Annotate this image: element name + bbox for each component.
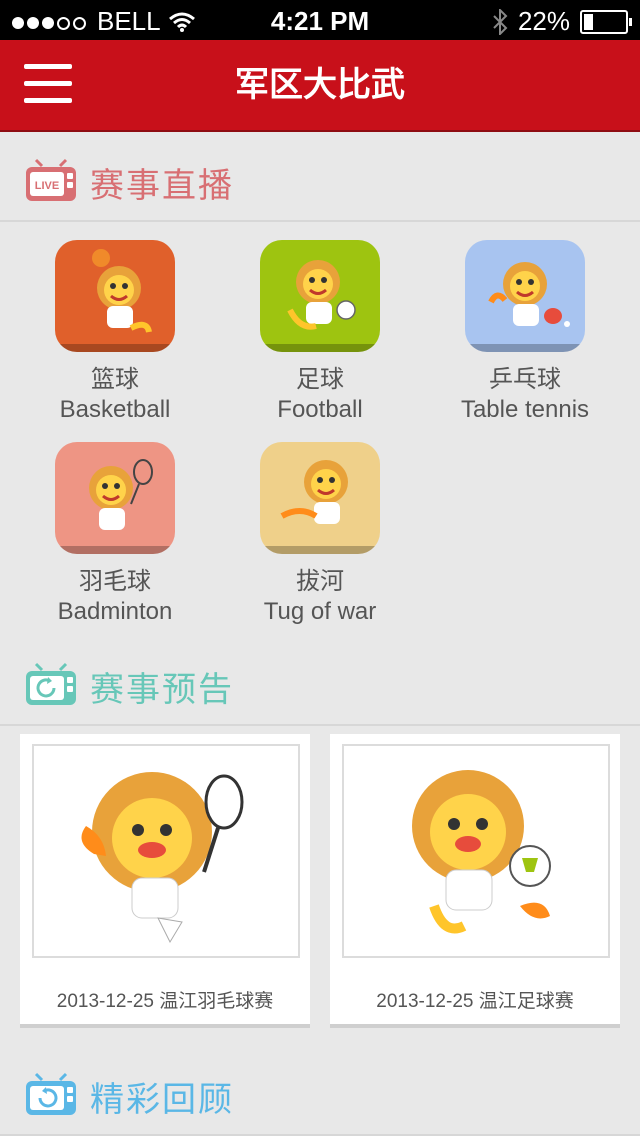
tug-of-war-mascot-icon bbox=[260, 442, 380, 554]
tv-replay-icon bbox=[26, 1072, 76, 1115]
table-tennis-mascot-icon bbox=[465, 240, 585, 352]
basketball-mascot-icon bbox=[55, 240, 175, 352]
nav-bar: 军区大比武 bbox=[0, 40, 640, 132]
page-title: 军区大比武 bbox=[235, 66, 405, 104]
football-mascot-icon bbox=[260, 240, 380, 352]
battery-percent: 22% bbox=[517, 6, 570, 36]
section-title-preview: 赛事预告 bbox=[90, 671, 234, 709]
badminton-mascot-image bbox=[32, 744, 300, 958]
section-header-review: 精彩回顾 bbox=[0, 1054, 640, 1136]
sport-item-badminton[interactable]: 羽毛球 Badminton bbox=[25, 442, 205, 628]
sport-item-football[interactable]: 足球 Football bbox=[230, 240, 410, 426]
section-header-preview: 赛事预告 bbox=[0, 644, 640, 726]
section-title-review: 精彩回顾 bbox=[90, 1081, 234, 1119]
sport-item-table-tennis[interactable]: 乒乓球 Table tennis bbox=[435, 240, 615, 426]
badminton-mascot-icon bbox=[55, 442, 175, 554]
sport-item-tug-of-war[interactable]: 拔河 Tug of war bbox=[230, 442, 410, 628]
section-header-live: LIVE 赛事直播 bbox=[0, 140, 640, 222]
football-mascot-image bbox=[342, 744, 610, 958]
preview-card-football[interactable]: 2013-12-25 温江足球赛 bbox=[330, 734, 620, 1028]
bluetooth-icon bbox=[493, 8, 508, 35]
preview-caption: 2013-12-25 温江足球赛 bbox=[376, 991, 574, 1012]
tv-live-icon: LIVE bbox=[26, 158, 76, 201]
svg-text:LIVE: LIVE bbox=[35, 180, 59, 192]
preview-card-badminton[interactable]: 2013-12-25 温江羽毛球赛 bbox=[20, 734, 310, 1028]
battery-icon bbox=[580, 9, 632, 34]
tv-refresh-icon bbox=[26, 662, 76, 705]
sport-item-basketball[interactable]: 篮球 Basketball bbox=[25, 240, 205, 426]
status-bar: BELL 4:21 PM 22% bbox=[0, 0, 640, 40]
section-title-live: 赛事直播 bbox=[90, 167, 234, 205]
preview-caption: 2013-12-25 温江羽毛球赛 bbox=[56, 991, 274, 1012]
